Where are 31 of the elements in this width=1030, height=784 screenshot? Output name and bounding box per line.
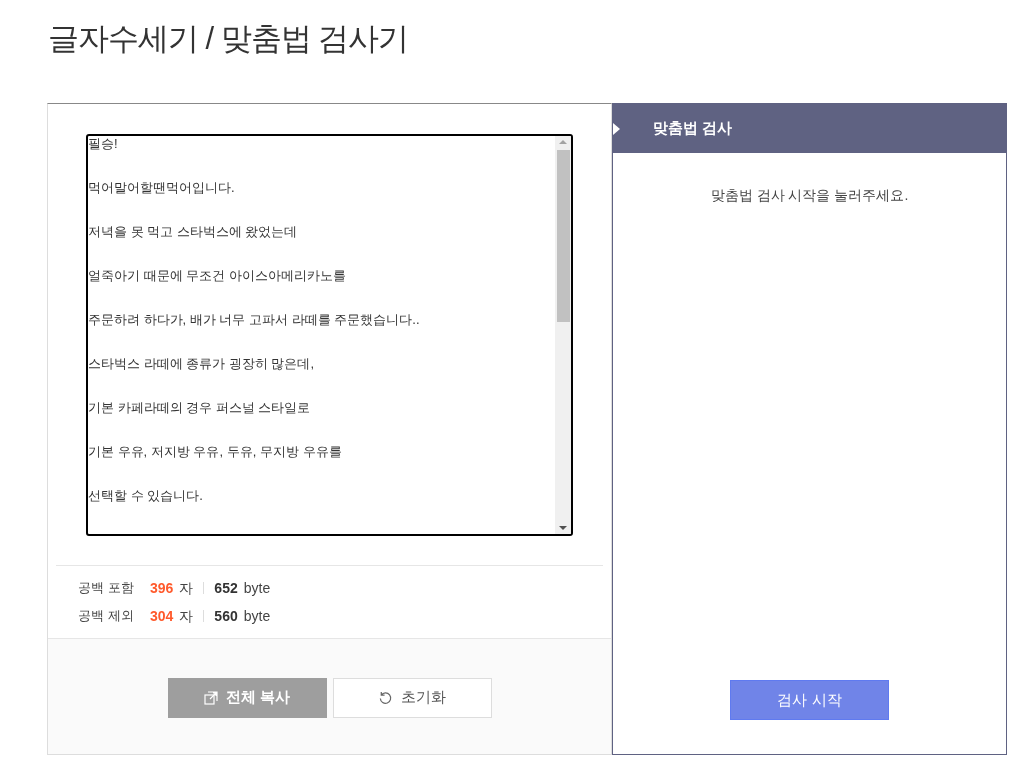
panel-title: 맞춤법 검사 [653,118,733,139]
text-line: 스타벅스 라떼에 종류가 굉장히 많은데, [88,355,316,373]
undo-icon [378,690,393,705]
text-line: 저녁을 못 먹고 스타벅스에 왔었는데 [88,223,299,241]
text-line: 선택할 수 있습니다. [88,487,204,505]
stat-label: 공백 제외 [78,607,135,626]
text-line: 먹어말어할땐먹어입니다. [88,179,236,197]
stat-label: 공백 포함 [78,579,135,598]
text-line: 얼죽아기 때문에 무조건 아이스아메리카노를 [88,267,347,285]
char-count: 304 [150,606,174,626]
byte-unit: byte [243,606,271,626]
text-area[interactable]: 필승! 먹어말어할땐먹어입니다. 저녁을 못 먹고 스타벅스에 왔었는데 얼죽아기 때문에 무조건 아이스아메리카노를 주문하려 하다가, 배가 너무 고파서 라떼를 주문했습니다.. 스타벅스 라떼에 종류가 굉장히 많은데, 기본 카페라떼의 경우 퍼스널 스타일로 기본 우유, 저지방 우유, 두유, 무지방 우유를 선택할 수 있습니다. [86,134,573,536]
byte-count: 652 [214,578,238,598]
text-line: 주문하려 하다가, 배가 너무 고파서 라떼를 주문했습니다.. [88,311,421,329]
char-count: 396 [150,578,174,598]
scrollbar-thumb[interactable] [556,150,570,322]
text-line: 기본 카페라떼의 경우 퍼스널 스타일로 [88,399,312,417]
text-line: 필승! [88,136,119,153]
byte-count: 560 [214,606,238,626]
scroll-down-icon[interactable] [559,526,567,530]
byte-unit: byte [243,578,271,598]
scroll-up-icon[interactable] [559,140,567,144]
reset-button[interactable]: 초기화 [332,677,492,718]
count-unit: 자 [179,578,194,598]
instruction-text: 맞춤법 검사 시작을 눌러주세요. [709,186,910,205]
count-unit: 자 [179,606,194,626]
page-title: 글자수세기 / 맞춤법 검사기 [48,20,409,58]
scrollbar[interactable] [555,136,571,534]
copy-icon [203,690,218,705]
notch-icon [613,123,620,135]
text-line: 기본 우유, 저지방 우유, 두유, 무지방 우유를 [88,443,343,461]
